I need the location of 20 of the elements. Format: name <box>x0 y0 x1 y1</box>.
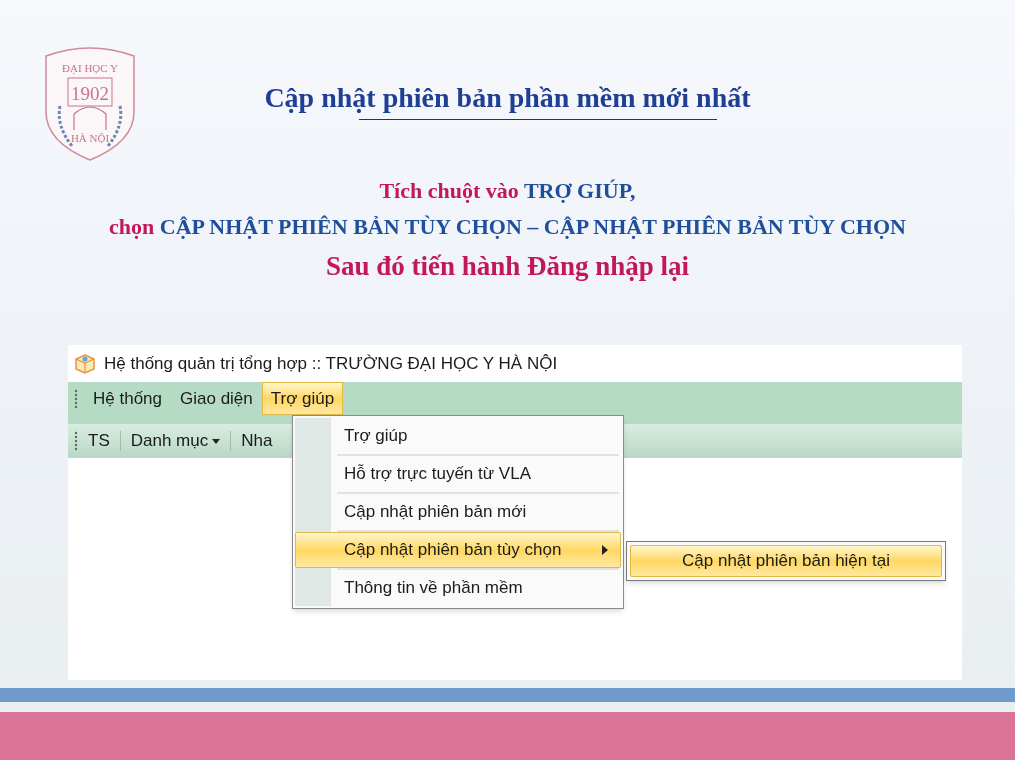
slide-title: Cập nhật phiên bản phần mềm mới nhất <box>264 81 751 115</box>
toolbar-button[interactable]: Nha <box>237 428 277 454</box>
dropdown-item[interactable]: Cập nhật phiên bản tùy chọn <box>295 532 621 568</box>
toolbar-button[interactable]: TS <box>84 428 114 454</box>
menu-item[interactable]: Giao diện <box>171 382 262 415</box>
toolbar-button[interactable]: Danh mục <box>126 428 225 454</box>
dropdown-item[interactable]: Hỗ trợ trực tuyến từ VLA <box>295 456 621 492</box>
instruction-line: chọn CẬP NHẬT PHIÊN BẢN TÙY CHỌN – CẬP NHẬT PHIÊN BẢN TÙY CHỌN <box>109 213 906 241</box>
window-title: Hệ thống quản trị tổng hợp :: TRƯỜNG ĐẠI HỌC Y HÀ NỘI <box>104 352 558 375</box>
grip-icon <box>74 431 78 451</box>
instruction-line: Sau đó tiến hành Đăng nhập lại <box>325 250 690 283</box>
grip-icon <box>74 388 78 409</box>
menu-item[interactable]: Hệ thống <box>84 382 171 415</box>
instruction-line: Tích chuột vào TRỢ GIÚP, <box>379 177 636 205</box>
dropdown-item[interactable]: Trợ giúp <box>295 418 621 454</box>
menu-item[interactable]: Trợ giúp <box>261 382 344 415</box>
dropdown-item[interactable]: Cập nhật phiên bản mới <box>295 494 621 530</box>
dropdown-item[interactable]: Thông tin về phần mềm <box>295 570 621 606</box>
submenu-item[interactable]: Cập nhật phiên bản hiện tại <box>630 545 942 577</box>
app-cube-icon <box>74 352 96 375</box>
